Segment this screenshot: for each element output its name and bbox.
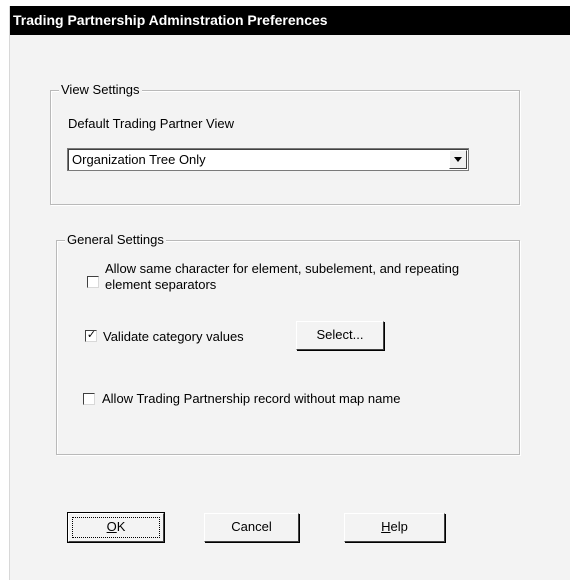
select-button-label: Select...	[316, 327, 364, 342]
dialog-title: Trading Partnership Adminstration Prefer…	[10, 6, 570, 35]
chevron-down-icon[interactable]	[449, 150, 467, 169]
cancel-button-label: Cancel	[231, 519, 272, 534]
default-view-value: Organization Tree Only	[72, 152, 206, 167]
help-button[interactable]: Help	[344, 513, 445, 542]
allow-without-map-label: Allow Trading Partnership record without…	[102, 391, 401, 406]
default-view-label: Default Trading Partner View	[68, 116, 234, 131]
cancel-button[interactable]: Cancel	[204, 513, 299, 542]
default-view-dropdown[interactable]: Organization Tree Only	[67, 148, 469, 171]
select-button[interactable]: Select...	[296, 321, 384, 350]
general-settings-legend: General Settings	[65, 232, 166, 248]
help-button-label: Help	[381, 519, 408, 534]
focus-indicator	[72, 517, 160, 538]
validate-category-label: Validate category values	[103, 329, 244, 344]
allow-same-char-label-line1: Allow same character for element, subele…	[105, 261, 460, 276]
preferences-dialog: Trading Partnership Adminstration Prefer…	[9, 6, 570, 580]
ok-button[interactable]: OK	[67, 512, 165, 543]
allow-without-map-checkbox[interactable]	[83, 393, 95, 405]
checkmark-icon: ✓	[86, 329, 97, 341]
view-settings-legend: View Settings	[59, 82, 142, 98]
allow-same-char-checkbox[interactable]	[87, 276, 99, 288]
validate-category-checkbox[interactable]: ✓	[85, 329, 97, 342]
allow-same-char-label-line2: element separators	[105, 277, 217, 292]
